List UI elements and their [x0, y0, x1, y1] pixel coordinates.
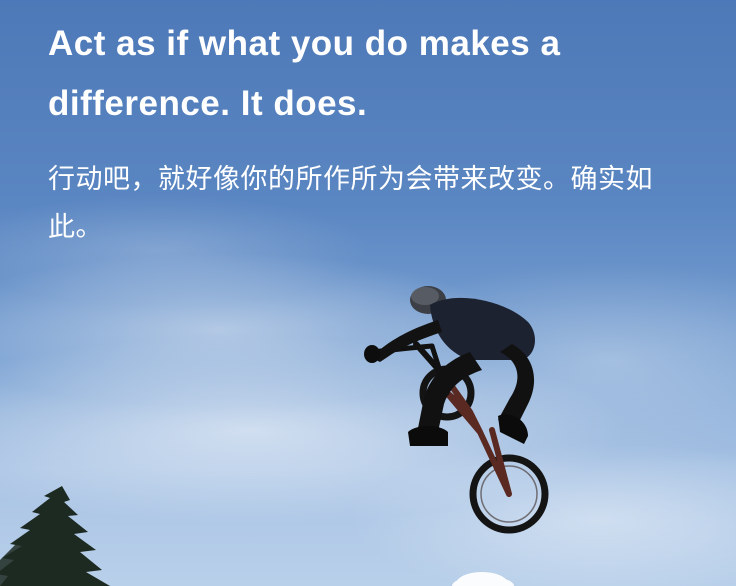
- quote-english: Act as if what you do makes a difference…: [48, 24, 561, 123]
- quote-chinese: 行动吧，就好像你的所作所为会带来改变。确实如此。: [48, 164, 653, 243]
